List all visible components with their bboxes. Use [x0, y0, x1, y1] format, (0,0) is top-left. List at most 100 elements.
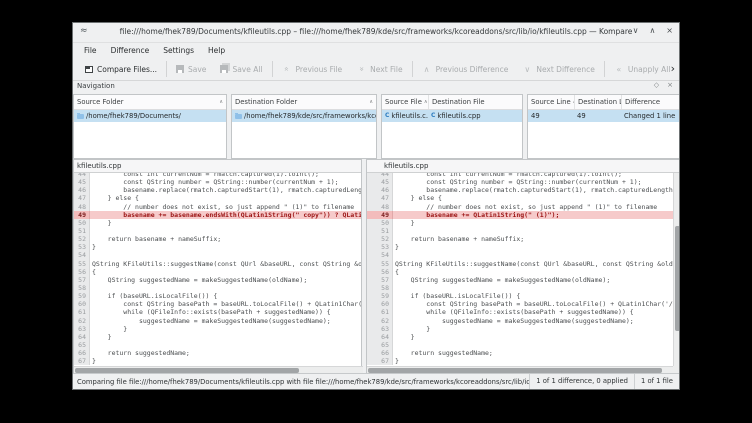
line-text: [393, 227, 673, 235]
line-text: basename += QLatin1String(" (1)");: [393, 211, 673, 219]
code-line: 46 basename.replace(rmatch.capturedStart…: [367, 186, 673, 194]
menu-settings[interactable]: Settings: [156, 43, 201, 58]
next-difference-icon: ∨: [522, 64, 532, 74]
code-line: 63 }: [74, 325, 361, 333]
dock-close-icon[interactable]: ×: [667, 81, 673, 89]
code-line: 53}: [74, 243, 361, 251]
changed-diff-line[interactable]: 49 basename += QLatin1String(" (1)");: [367, 211, 673, 219]
sort-asc-icon: ∧: [369, 96, 373, 109]
code-line: 56{: [74, 268, 361, 276]
code-line: 51: [74, 227, 361, 235]
line-text: const QString number = QString::number(c…: [90, 178, 361, 186]
dock-float-icon[interactable]: ◇: [654, 81, 659, 89]
status-files: 1 of 1 file: [634, 374, 679, 389]
unapply-difference-button[interactable]: ‹Unapply Difference: [677, 58, 680, 80]
maximize-icon[interactable]: ∧: [649, 26, 655, 35]
save-button[interactable]: Save: [169, 58, 213, 80]
line-text: return basename + nameSuffix;: [90, 235, 361, 243]
line-text: {: [90, 268, 361, 276]
destination-pane-filename: kfileutils.cpp: [367, 160, 680, 173]
code-line: 54: [367, 251, 673, 259]
code-line: 59 if (baseURL.isLocalFile()) {: [74, 292, 361, 300]
unapply-all-button[interactable]: «Unapply All: [607, 58, 678, 80]
vertical-scrollbar[interactable]: [673, 173, 680, 366]
code-line: 52 return basename + nameSuffix;: [74, 235, 361, 243]
line-number: 57: [74, 276, 90, 284]
destination-code-view[interactable]: 44 const int currentNum = rmatch.capture…: [367, 173, 673, 366]
line-text: return suggestedName;: [393, 349, 673, 357]
line-text: }: [393, 243, 673, 251]
source-folder-column-header[interactable]: Source Folder∧: [74, 95, 226, 109]
menu-difference[interactable]: Difference: [104, 43, 157, 58]
previous-file-button[interactable]: «Previous File: [275, 58, 350, 80]
line-text: QString KFileUtils::suggestName(const QU…: [393, 260, 673, 268]
line-number: 62: [367, 317, 393, 325]
line-text: }: [90, 333, 361, 341]
source-folder-row[interactable]: /home/fhek789/Documents/: [74, 110, 226, 122]
menu-file[interactable]: File: [77, 43, 104, 58]
line-number: 46: [367, 186, 393, 194]
line-text: // number does not exist, so just append…: [393, 203, 673, 211]
destination-folder-column-header[interactable]: Destination Folder∧: [232, 95, 376, 109]
source-code-view[interactable]: 44 const int currentNum = rmatch.capture…: [74, 173, 361, 366]
code-line: 58: [367, 284, 673, 292]
folder-icon: [235, 114, 242, 119]
destination-folder-panel: Destination Folder∧ /home/fhek789/kde/sr…: [231, 94, 377, 159]
lines-panel: Source Line∧ Destination Lir Difference …: [527, 94, 680, 159]
destination-line-column-header[interactable]: Destination Lir: [574, 95, 621, 109]
menu-help[interactable]: Help: [201, 43, 232, 58]
statusbar: Comparing file file:///home/fhek789/Docu…: [73, 373, 679, 389]
destination-folder-row[interactable]: /home/fhek789/kde/src/frameworks/kcoread…: [232, 110, 376, 122]
line-number: 53: [74, 243, 90, 251]
save-all-button[interactable]: Save All: [213, 58, 269, 80]
difference-column-header[interactable]: Difference: [621, 95, 680, 109]
source-file-column-header[interactable]: Source File∧: [382, 95, 428, 109]
line-number: 64: [367, 333, 393, 341]
source-diff-pane: kfileutils.cpp 44 const int currentNum =…: [73, 159, 362, 374]
previous-difference-button[interactable]: ∧Previous Difference: [415, 58, 516, 80]
next-difference-button[interactable]: ∨Next Difference: [515, 58, 602, 80]
line-number: 47: [367, 194, 393, 202]
line-number: 57: [367, 276, 393, 284]
toolbar-overflow-icon[interactable]: ›: [671, 62, 675, 75]
files-panel: Source File∧ Destination File C kfileuti…: [381, 94, 523, 159]
line-text: suggestedName = makeSuggestedName(sugges…: [393, 317, 673, 325]
code-line: 48 // number does not exist, so just app…: [367, 203, 673, 211]
line-number: 49: [74, 211, 90, 219]
line-number: 59: [367, 292, 393, 300]
changed-diff-line[interactable]: 49 basename += basename.endsWith(QLatin1…: [74, 211, 361, 219]
titlebar[interactable]: ≈ file:///home/fhek789/Documents/kfileut…: [73, 23, 679, 43]
line-text: basename.replace(rmatch.capturedStart(1)…: [90, 186, 361, 194]
line-number: 45: [74, 178, 90, 186]
source-horizontal-scrollbar[interactable]: [74, 366, 363, 373]
compare-files-button[interactable]: Compare Files...: [78, 58, 164, 80]
close-icon[interactable]: ×: [666, 26, 673, 35]
difference-row[interactable]: 49 49 Changed 1 line: [528, 110, 680, 122]
minimize-icon[interactable]: ∨: [633, 26, 639, 35]
files-row[interactable]: C kfileutils.c... C kfileutils.cpp: [382, 110, 522, 122]
code-line: 53}: [367, 243, 673, 251]
destination-horizontal-scrollbar[interactable]: [367, 366, 675, 373]
line-text: }: [393, 357, 673, 365]
line-text: [393, 341, 673, 349]
line-text: basename += basename.endsWith(QLatin1Str…: [90, 211, 361, 219]
code-line: 64 }: [74, 333, 361, 341]
scrollbar-thumb[interactable]: [675, 226, 680, 331]
source-line-column-header[interactable]: Source Line∧: [528, 95, 574, 109]
toolbar-button-label: Next File: [370, 65, 402, 74]
status-message: Comparing file file:///home/fhek789/Docu…: [73, 378, 529, 386]
next-file-button[interactable]: «Next File: [349, 58, 409, 80]
code-line: 64 }: [367, 333, 673, 341]
destination-file-column-header[interactable]: Destination File: [428, 95, 522, 109]
line-number: 56: [367, 268, 393, 276]
line-number: 48: [367, 203, 393, 211]
line-text: {: [393, 268, 673, 276]
line-number: 64: [74, 333, 90, 341]
save-icon: [176, 65, 184, 73]
line-text: QString KFileUtils::suggestName(const QU…: [90, 260, 361, 268]
line-number: 66: [74, 349, 90, 357]
line-number: 51: [367, 227, 393, 235]
window-title: file:///home/fhek789/Documents/kfileutil…: [73, 27, 679, 36]
line-text: [90, 227, 361, 235]
line-text: if (baseURL.isLocalFile()) {: [393, 292, 673, 300]
